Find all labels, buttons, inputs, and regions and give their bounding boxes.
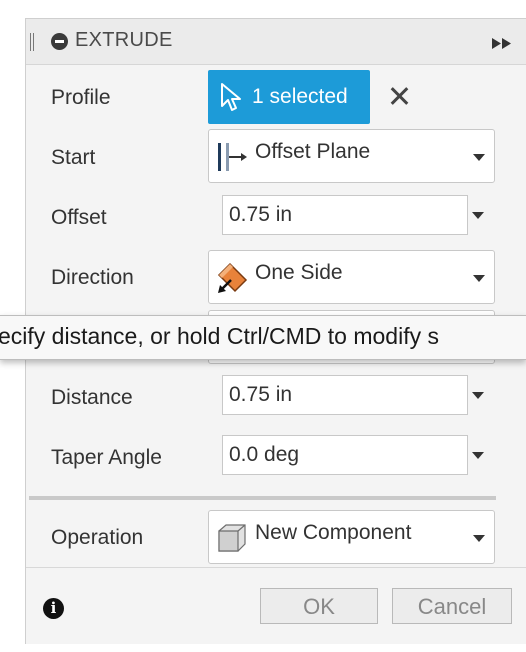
offset-options-chevron-icon[interactable]: [472, 212, 484, 219]
new-component-cube-icon: [218, 524, 246, 552]
profile-label: Profile: [51, 86, 111, 109]
double-chevron-right-icon[interactable]: [492, 38, 512, 49]
direction-value: One Side: [255, 261, 343, 284]
dialog-footer: i OK Cancel: [26, 567, 526, 644]
taper-angle-input[interactable]: 0.0 deg: [222, 435, 468, 475]
ok-button[interactable]: OK: [260, 588, 378, 624]
operation-dropdown[interactable]: New Component: [208, 510, 495, 564]
collapse-icon[interactable]: [51, 33, 68, 50]
profile-select-label: 1 selected: [252, 85, 348, 108]
distance-input[interactable]: 0.75 in: [222, 375, 468, 415]
direction-dropdown[interactable]: One Side: [208, 250, 495, 304]
profile-select-button[interactable]: 1 selected: [208, 70, 370, 124]
offset-input[interactable]: 0.75 in: [222, 195, 468, 235]
offset-label: Offset: [51, 206, 107, 229]
taper-angle-value: 0.0 deg: [229, 443, 300, 466]
offset-plane-icon: [218, 143, 247, 171]
chevron-down-icon: [473, 275, 485, 282]
arrow-cursor-icon: [221, 83, 241, 111]
drag-handle-icon[interactable]: [30, 33, 34, 51]
chevron-down-icon: [473, 535, 485, 542]
info-icon[interactable]: i: [43, 598, 64, 619]
tooltip-text: ecify distance, or hold Ctrl/CMD to modi…: [0, 323, 439, 349]
tooltip: ecify distance, or hold Ctrl/CMD to modi…: [0, 315, 526, 360]
distance-value: 0.75 in: [229, 383, 293, 406]
chevron-down-icon: [473, 154, 485, 161]
taper-angle-label: Taper Angle: [51, 446, 162, 469]
distance-options-chevron-icon[interactable]: [472, 392, 484, 399]
section-divider: [29, 496, 496, 500]
operation-value: New Component: [255, 521, 412, 544]
dialog-title: EXTRUDE: [75, 29, 173, 51]
start-value: Offset Plane: [255, 140, 371, 163]
start-label: Start: [51, 146, 96, 169]
clear-selection-icon[interactable]: [388, 85, 410, 107]
direction-label: Direction: [51, 266, 134, 289]
operation-label: Operation: [51, 526, 144, 549]
cancel-button[interactable]: Cancel: [392, 588, 512, 624]
taper-options-chevron-icon[interactable]: [472, 452, 484, 459]
one-side-direction-icon: [217, 262, 248, 293]
start-dropdown[interactable]: Offset Plane: [208, 129, 495, 183]
dialog-header: EXTRUDE: [26, 19, 526, 65]
offset-value: 0.75 in: [229, 203, 293, 226]
distance-label: Distance: [51, 386, 133, 409]
